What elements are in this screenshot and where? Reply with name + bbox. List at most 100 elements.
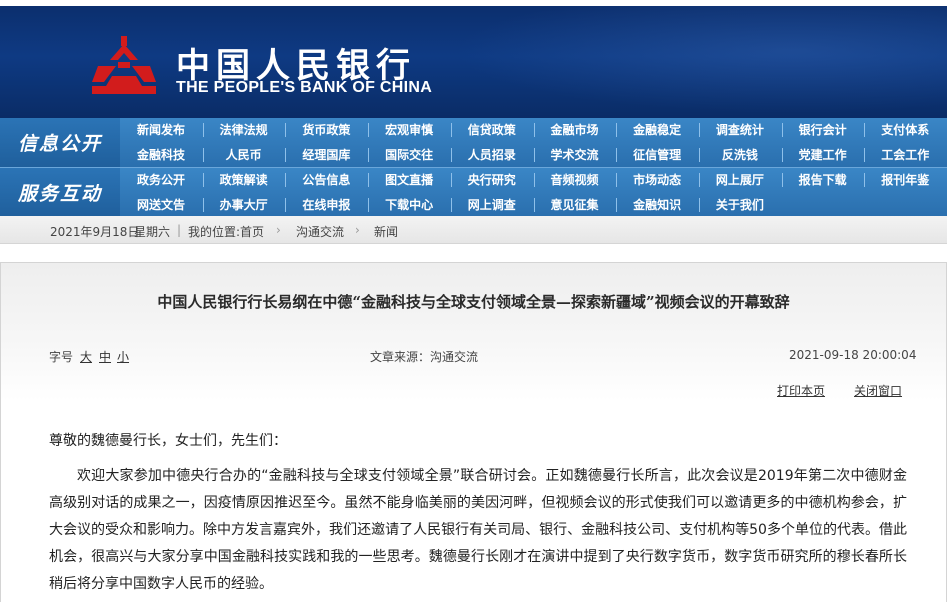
nav-item[interactable]: 新闻发布 <box>120 118 202 142</box>
nav-divider <box>616 123 618 137</box>
nav-item[interactable]: 法律法规 <box>203 118 285 142</box>
nav-item[interactable]: 金融市场 <box>534 118 616 142</box>
nav-divider <box>533 198 535 212</box>
nav-item[interactable]: 网送文告 <box>120 193 202 217</box>
nav-divider <box>450 123 452 137</box>
nav-group-service-items: 政务公开 政策解读 公告信息 图文直播 央行研究 音频视频 市场动态 网上展厅 报告下载 报刊年鉴… <box>120 168 947 217</box>
nav-item[interactable]: 金融稳定 <box>616 118 698 142</box>
nav-divider <box>698 148 700 162</box>
breadcrumb-separator: | <box>177 223 182 237</box>
nav-item[interactable]: 学术交流 <box>534 143 616 167</box>
nav-divider <box>781 123 783 137</box>
nav-divider <box>533 148 535 162</box>
nav-divider <box>616 148 618 162</box>
nav-item[interactable]: 关于我们 <box>699 193 781 217</box>
nav-item[interactable]: 党建工作 <box>782 143 864 167</box>
nav-item[interactable]: 音频视频 <box>534 168 616 192</box>
nav-divider <box>368 123 370 137</box>
nav-item[interactable]: 支付体系 <box>864 118 946 142</box>
nav-divider <box>285 173 287 187</box>
nav-divider <box>202 198 204 212</box>
nav-divider <box>368 148 370 162</box>
breadcrumb-weekday: 星期六 <box>134 225 171 239</box>
nav-item[interactable]: 工会工作 <box>864 143 946 167</box>
font-size-small-link[interactable]: 小 <box>117 348 129 365</box>
article-title: 中国人民银行行长易纲在中德“金融科技与全球支付领域全景—探索新疆域”视频会议的开… <box>157 293 790 311</box>
nav-group-info-label: 信息公开 <box>0 118 120 167</box>
nav-item[interactable]: 意见征集 <box>534 193 616 217</box>
nav-divider <box>202 173 204 187</box>
breadcrumb-arrow-icon: › <box>276 223 281 237</box>
nav-group-service: 服务互动 政务公开 政策解读 公告信息 图文直播 央行研究 音频视频 市场动态 网上展厅 报告下… <box>0 167 947 217</box>
nav-item[interactable]: 报告下载 <box>782 168 864 192</box>
nav-divider <box>781 173 783 187</box>
nav-divider <box>368 198 370 212</box>
nav-divider <box>450 173 452 187</box>
article-paragraph: 欢迎大家参加中德央行合办的“金融科技与全球支付领域全景”联合研讨会。正如魏德曼行… <box>49 468 907 592</box>
article-panel: 中国人民银行行长易纲在中德“金融科技与全球支付领域全景—探索新疆域”视频会议的开… <box>0 262 947 602</box>
article-salutation: 尊敬的魏德曼行长，女士们，先生们： <box>49 433 287 449</box>
site-header: 中国人民银行 THE PEOPLE'S BANK OF CHINA <box>0 6 947 118</box>
nav-item[interactable]: 网上展厅 <box>699 168 781 192</box>
nav-divider <box>781 148 783 162</box>
nav-item[interactable]: 下载中心 <box>368 193 450 217</box>
main-navigation: 信息公开 新闻发布 法律法规 货币政策 宏观审慎 信贷政策 金融市场 金融稳定 调查统计 银行会… <box>0 118 947 217</box>
nav-divider <box>533 173 535 187</box>
nav-divider <box>202 123 204 137</box>
breadcrumb: 2021年9月18日 星期六 | 我的位置:首页 › 沟通交流 › 新闻 <box>0 216 947 244</box>
nav-item[interactable]: 人民币 <box>203 143 285 167</box>
nav-item[interactable]: 政务公开 <box>120 168 202 192</box>
nav-item[interactable]: 信贷政策 <box>451 118 533 142</box>
nav-divider <box>285 123 287 137</box>
font-size-large-link[interactable]: 大 <box>80 348 92 365</box>
nav-divider <box>698 198 700 212</box>
nav-divider <box>285 198 287 212</box>
breadcrumb-link-communication[interactable]: 沟通交流 <box>296 223 344 240</box>
nav-divider <box>285 148 287 162</box>
nav-item[interactable]: 征信管理 <box>616 143 698 167</box>
nav-item[interactable]: 金融知识 <box>616 193 698 217</box>
nav-item[interactable]: 市场动态 <box>616 168 698 192</box>
nav-item[interactable]: 办事大厅 <box>203 193 285 217</box>
nav-divider <box>864 148 866 162</box>
nav-item[interactable]: 央行研究 <box>451 168 533 192</box>
nav-divider <box>533 123 535 137</box>
nav-divider <box>864 123 866 137</box>
close-window-link[interactable]: 关闭窗口 <box>854 382 902 399</box>
breadcrumb-arrow-icon: › <box>355 223 360 237</box>
nav-divider <box>368 173 370 187</box>
nav-item[interactable]: 政策解读 <box>203 168 285 192</box>
nav-item[interactable]: 公告信息 <box>285 168 367 192</box>
article-header: 中国人民银行行长易纲在中德“金融科技与全球支付领域全景—探索新疆域”视频会议的开… <box>1 263 946 401</box>
breadcrumb-link-news[interactable]: 新闻 <box>374 223 398 240</box>
nav-item[interactable]: 金融科技 <box>120 143 202 167</box>
pboc-emblem-icon[interactable] <box>92 36 156 94</box>
nav-item[interactable]: 宏观审慎 <box>368 118 450 142</box>
nav-divider <box>202 148 204 162</box>
nav-item[interactable]: 报刊年鉴 <box>864 168 946 192</box>
nav-item[interactable]: 货币政策 <box>285 118 367 142</box>
nav-divider <box>450 148 452 162</box>
nav-group-info: 信息公开 新闻发布 法律法规 货币政策 宏观审慎 信贷政策 金融市场 金融稳定 调查统计 银行会… <box>0 118 947 167</box>
nav-item[interactable]: 人员招录 <box>451 143 533 167</box>
nav-item[interactable]: 调查统计 <box>699 118 781 142</box>
print-page-link[interactable]: 打印本页 <box>777 382 825 399</box>
site-logo-english[interactable]: THE PEOPLE'S BANK OF CHINA <box>176 79 432 97</box>
nav-divider <box>616 198 618 212</box>
nav-divider <box>698 173 700 187</box>
nav-item[interactable]: 经理国库 <box>285 143 367 167</box>
nav-divider <box>450 198 452 212</box>
nav-item[interactable]: 银行会计 <box>782 118 864 142</box>
nav-item[interactable]: 图文直播 <box>368 168 450 192</box>
article-tools: 打印本页 关闭窗口 <box>1 382 904 400</box>
nav-item[interactable]: 在线申报 <box>285 193 367 217</box>
nav-item[interactable]: 反洗钱 <box>699 143 781 167</box>
font-size-label: 字号 <box>49 350 74 364</box>
nav-item[interactable]: 国际交往 <box>368 143 450 167</box>
nav-divider <box>698 123 700 137</box>
nav-item[interactable]: 网上调查 <box>451 193 533 217</box>
font-size-medium-link[interactable]: 中 <box>99 348 111 365</box>
nav-divider <box>864 173 866 187</box>
breadcrumb-date: 2021年9月18日 <box>50 225 140 239</box>
breadcrumb-home-link[interactable]: 我的位置:首页 <box>188 223 264 240</box>
